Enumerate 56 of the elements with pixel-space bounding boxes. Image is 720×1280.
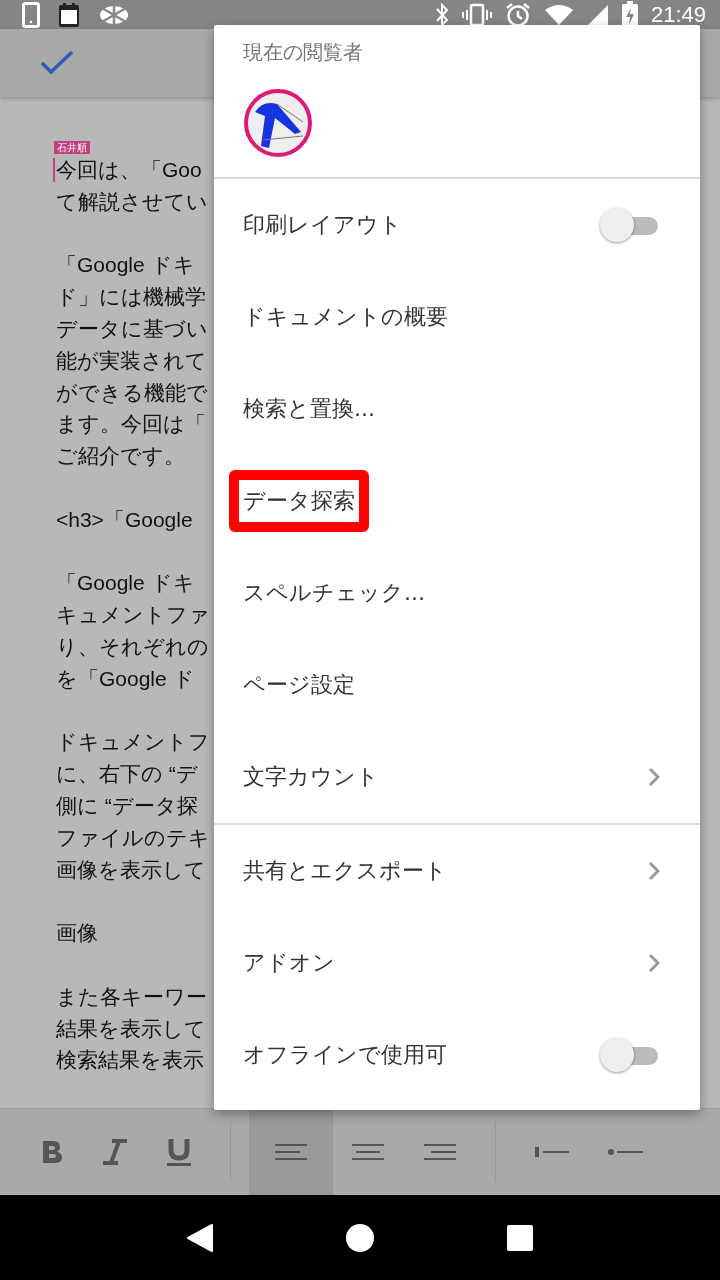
bold-icon[interactable] xyxy=(40,1139,64,1165)
document-text: キュメントファ xyxy=(56,602,210,629)
document-text: また各キーワー xyxy=(56,983,207,1010)
document-text: を「Google ド xyxy=(56,665,195,692)
document-text: 「Google ドキ xyxy=(56,252,195,279)
chevron-right-icon xyxy=(648,953,660,974)
document-text: 画像 xyxy=(56,920,98,947)
clock-time: 21:49 xyxy=(650,1,706,28)
comment-tag: 石井順 xyxy=(54,141,90,155)
menu-item[interactable]: オフラインで使用可 xyxy=(243,1030,447,1081)
document-text: て解説させてい xyxy=(56,188,208,215)
document-text: に、右下の “デ xyxy=(56,761,198,788)
document-text: データに基づい xyxy=(56,316,208,343)
document-text: 検索結果を表示 xyxy=(56,1047,204,1074)
document-text: 「Google ドキ xyxy=(56,570,195,597)
document-text: 能が実装されて xyxy=(56,347,207,374)
chevron-right-icon xyxy=(648,767,660,788)
underline-icon[interactable] xyxy=(166,1137,192,1167)
menu-item[interactable]: 共有とエクスポート xyxy=(243,846,447,897)
document-text: ができる機能で xyxy=(56,379,208,406)
menu-item[interactable]: 検索と置換... xyxy=(243,384,375,435)
phone-icon xyxy=(22,1,40,28)
italic-icon[interactable] xyxy=(102,1139,128,1165)
calendar-icon xyxy=(58,1,80,28)
document-text: ド」には機械学 xyxy=(56,284,206,311)
menu-item[interactable]: ドキュメントの概要 xyxy=(243,292,448,343)
avatar-icon[interactable] xyxy=(243,88,313,159)
document-text: ます。今回は「 xyxy=(56,411,206,438)
menu-item[interactable]: アドオン xyxy=(243,938,335,989)
align-center-icon[interactable] xyxy=(351,1143,385,1161)
menu-item[interactable]: 文字カウント xyxy=(243,752,379,803)
menu-header: 現在の閲覧者 xyxy=(243,39,363,67)
menu-item[interactable]: データ探索 xyxy=(229,470,369,533)
menu-item[interactable]: 印刷レイアウト xyxy=(243,200,402,251)
ball-icon xyxy=(98,3,130,26)
align-right-icon[interactable] xyxy=(423,1143,457,1161)
align-left-icon xyxy=(274,1143,308,1161)
back-icon[interactable] xyxy=(185,1222,214,1253)
document-text: ご紹介です。 xyxy=(56,443,185,470)
home-icon[interactable] xyxy=(345,1222,375,1253)
document-text: <h3>「Google xyxy=(56,506,193,533)
document-text: ドキュメントフ xyxy=(56,729,210,756)
document-text: 結果を表示して xyxy=(56,1015,206,1042)
document-text: 今回は、「Goo xyxy=(56,154,202,186)
document-text: 側に “データ探 xyxy=(56,793,198,820)
recents-icon[interactable] xyxy=(506,1223,535,1252)
document-text: ファイルのテキ xyxy=(56,824,210,851)
chevron-right-icon xyxy=(648,861,660,882)
document-text: 画像を表示して xyxy=(56,856,206,883)
toggle-switch[interactable] xyxy=(600,1037,660,1074)
document-text: り、それぞれの xyxy=(56,634,209,661)
align-left-button[interactable] xyxy=(249,1109,333,1195)
toggle-switch[interactable] xyxy=(600,207,660,244)
check-icon[interactable] xyxy=(40,50,74,77)
menu-item[interactable]: ページ設定 xyxy=(243,660,355,711)
menu-item[interactable]: スペルチェック... xyxy=(243,568,425,619)
